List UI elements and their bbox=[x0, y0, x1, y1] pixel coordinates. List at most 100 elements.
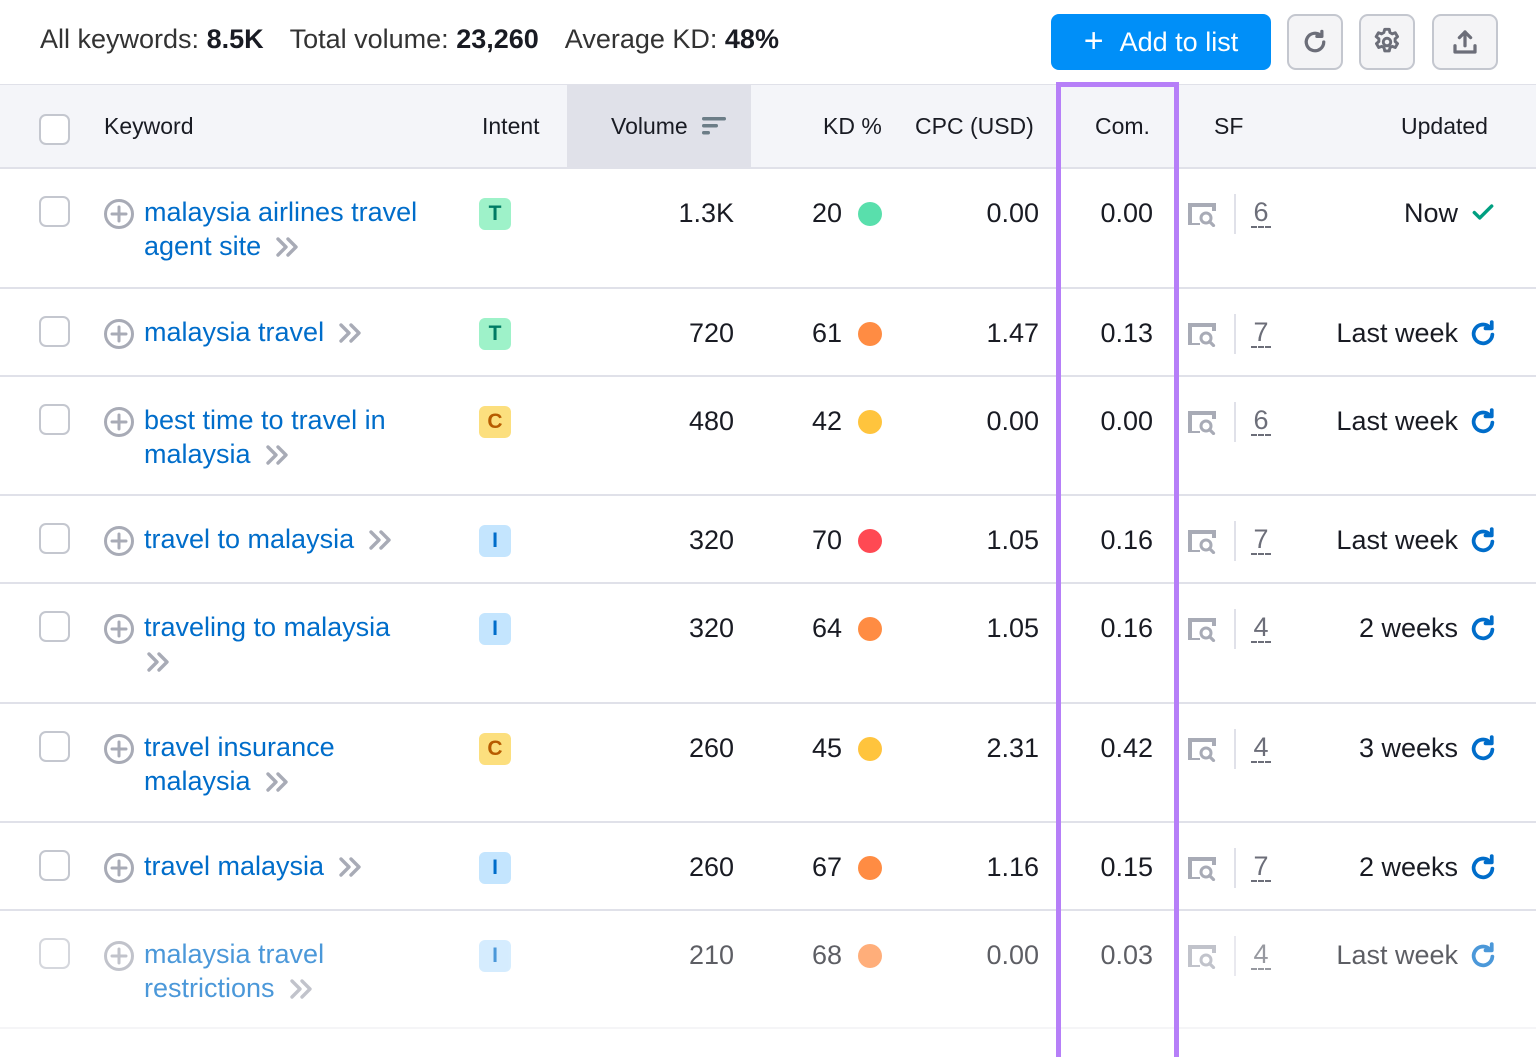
all-keywords-label: All keywords: bbox=[40, 24, 200, 54]
add-keyword-plus-icon[interactable] bbox=[103, 733, 135, 765]
intent-badge[interactable]: T bbox=[479, 198, 511, 230]
keyword-text: malaysia airlines travel bbox=[144, 197, 418, 227]
column-header-competition[interactable]: Com. bbox=[1095, 85, 1150, 167]
column-label: Intent bbox=[482, 112, 540, 139]
add-keyword-plus-icon[interactable] bbox=[103, 406, 135, 438]
keyword-overview-chevron-icon[interactable] bbox=[275, 232, 301, 266]
divider bbox=[1234, 729, 1236, 769]
serp-features-icon[interactable] bbox=[1186, 201, 1218, 228]
column-label: CPC (USD) bbox=[915, 112, 1034, 139]
keyword-link[interactable]: malaysia travel bbox=[144, 315, 454, 352]
row-checkbox[interactable] bbox=[39, 850, 70, 881]
intent-badge[interactable]: I bbox=[479, 525, 511, 557]
kd-difficulty-dot bbox=[858, 202, 882, 226]
refresh-icon[interactable] bbox=[1468, 614, 1498, 644]
keyword-overview-chevron-icon[interactable] bbox=[265, 767, 291, 801]
row-checkbox[interactable] bbox=[39, 316, 70, 347]
table-row: malaysia travel T 720 61 1.47 0.13 7 Last week bbox=[0, 289, 1536, 377]
cpc-value: 1.05 bbox=[986, 525, 1039, 555]
row-checkbox[interactable] bbox=[39, 731, 70, 762]
keyword-overview-chevron-icon[interactable] bbox=[338, 852, 364, 886]
serp-features-count[interactable]: 6 bbox=[1251, 406, 1271, 436]
add-keyword-plus-icon[interactable] bbox=[103, 852, 135, 884]
add-keyword-plus-icon[interactable] bbox=[103, 198, 135, 230]
row-checkbox[interactable] bbox=[39, 196, 70, 227]
refresh-icon[interactable] bbox=[1468, 319, 1498, 349]
plus-icon: + bbox=[1083, 21, 1104, 60]
add-keyword-plus-icon[interactable] bbox=[103, 525, 135, 557]
serp-features-icon[interactable] bbox=[1186, 855, 1218, 882]
intent-badge[interactable]: I bbox=[479, 940, 511, 972]
intent-badge[interactable]: I bbox=[479, 852, 511, 884]
serp-features-count[interactable]: 7 bbox=[1251, 852, 1271, 882]
keyword-overview-chevron-icon[interactable] bbox=[289, 974, 315, 1008]
serp-features-count[interactable]: 4 bbox=[1251, 940, 1271, 970]
settings-button[interactable] bbox=[1359, 14, 1415, 70]
intent-badge[interactable]: C bbox=[479, 406, 511, 438]
volume-value: 320 bbox=[688, 525, 734, 555]
keyword-text: best time to travel in bbox=[144, 405, 386, 435]
serp-features-icon[interactable] bbox=[1186, 528, 1218, 555]
row-checkbox[interactable] bbox=[39, 523, 70, 554]
column-header-serp-features[interactable]: SF bbox=[1214, 85, 1243, 167]
keyword-link[interactable]: travel to malaysia bbox=[144, 522, 454, 559]
select-all-checkbox[interactable] bbox=[39, 114, 70, 145]
intent-badge[interactable]: C bbox=[479, 733, 511, 765]
keyword-text-continued: malaysia bbox=[144, 766, 251, 796]
keyword-text-continued: restrictions bbox=[144, 973, 275, 1003]
column-header-cpc[interactable]: CPC (USD) bbox=[915, 85, 1034, 167]
updated-value: Last week bbox=[1336, 940, 1458, 970]
keyword-overview-chevron-icon[interactable] bbox=[338, 318, 364, 352]
serp-features-icon[interactable] bbox=[1186, 736, 1218, 763]
column-header-volume[interactable]: Volume bbox=[567, 85, 751, 167]
keyword-overview-chevron-icon[interactable] bbox=[146, 647, 172, 681]
column-header-kd[interactable]: KD % bbox=[823, 85, 882, 167]
serp-features-count[interactable]: 6 bbox=[1251, 198, 1271, 228]
row-checkbox[interactable] bbox=[39, 404, 70, 435]
intent-badge[interactable]: I bbox=[479, 613, 511, 645]
kd-value: 20 bbox=[811, 198, 842, 228]
gear-icon bbox=[1374, 27, 1399, 53]
serp-features-count[interactable]: 4 bbox=[1251, 733, 1271, 763]
kd-difficulty-dot bbox=[858, 856, 882, 880]
refresh-button[interactable] bbox=[1287, 14, 1343, 70]
column-header-intent[interactable]: Intent bbox=[482, 85, 540, 167]
refresh-icon[interactable] bbox=[1468, 407, 1498, 437]
serp-features-icon[interactable] bbox=[1186, 409, 1218, 436]
average-kd-stat: Average KD: 48% bbox=[565, 24, 779, 55]
kd-difficulty-dot bbox=[858, 944, 882, 968]
keyword-overview-chevron-icon[interactable] bbox=[368, 525, 394, 559]
competition-value: 0.00 bbox=[1100, 198, 1153, 228]
serp-features-icon[interactable] bbox=[1186, 321, 1218, 348]
add-keyword-plus-icon[interactable] bbox=[103, 318, 135, 350]
refresh-icon[interactable] bbox=[1468, 734, 1498, 764]
keyword-link[interactable]: travel insurance malaysia bbox=[144, 730, 454, 801]
serp-features-count[interactable]: 4 bbox=[1251, 613, 1271, 643]
add-keyword-plus-icon[interactable] bbox=[103, 940, 135, 972]
add-to-list-button[interactable]: + Add to list bbox=[1051, 14, 1271, 70]
column-label: Keyword bbox=[104, 112, 194, 139]
row-checkbox[interactable] bbox=[39, 611, 70, 642]
add-keyword-plus-icon[interactable] bbox=[103, 613, 135, 645]
row-checkbox[interactable] bbox=[39, 938, 70, 969]
serp-features-icon[interactable] bbox=[1186, 943, 1218, 970]
refresh-icon[interactable] bbox=[1468, 941, 1498, 971]
competition-value: 0.42 bbox=[1100, 733, 1153, 763]
export-button[interactable] bbox=[1432, 14, 1498, 70]
table-row: best time to travel in malaysia C 480 42 0.00… bbox=[0, 377, 1536, 496]
keyword-overview-chevron-icon[interactable] bbox=[265, 440, 291, 474]
serp-features-icon[interactable] bbox=[1186, 616, 1218, 643]
serp-features-count[interactable]: 7 bbox=[1251, 318, 1271, 348]
keyword-link[interactable]: malaysia airlines travel agent site bbox=[144, 195, 454, 266]
column-header-updated[interactable]: Updated bbox=[1401, 85, 1488, 167]
keyword-link[interactable]: malaysia travel restrictions bbox=[144, 937, 454, 1008]
keyword-link[interactable]: travel malaysia bbox=[144, 849, 454, 886]
intent-badge[interactable]: T bbox=[479, 318, 511, 350]
serp-features-count[interactable]: 7 bbox=[1251, 525, 1271, 555]
keyword-link[interactable]: best time to travel in malaysia bbox=[144, 403, 454, 474]
refresh-icon[interactable] bbox=[1468, 526, 1498, 556]
refresh-icon[interactable] bbox=[1468, 853, 1498, 883]
volume-value: 210 bbox=[688, 940, 734, 970]
column-header-keyword[interactable]: Keyword bbox=[104, 85, 193, 167]
keyword-link[interactable]: traveling to malaysia bbox=[144, 610, 454, 681]
